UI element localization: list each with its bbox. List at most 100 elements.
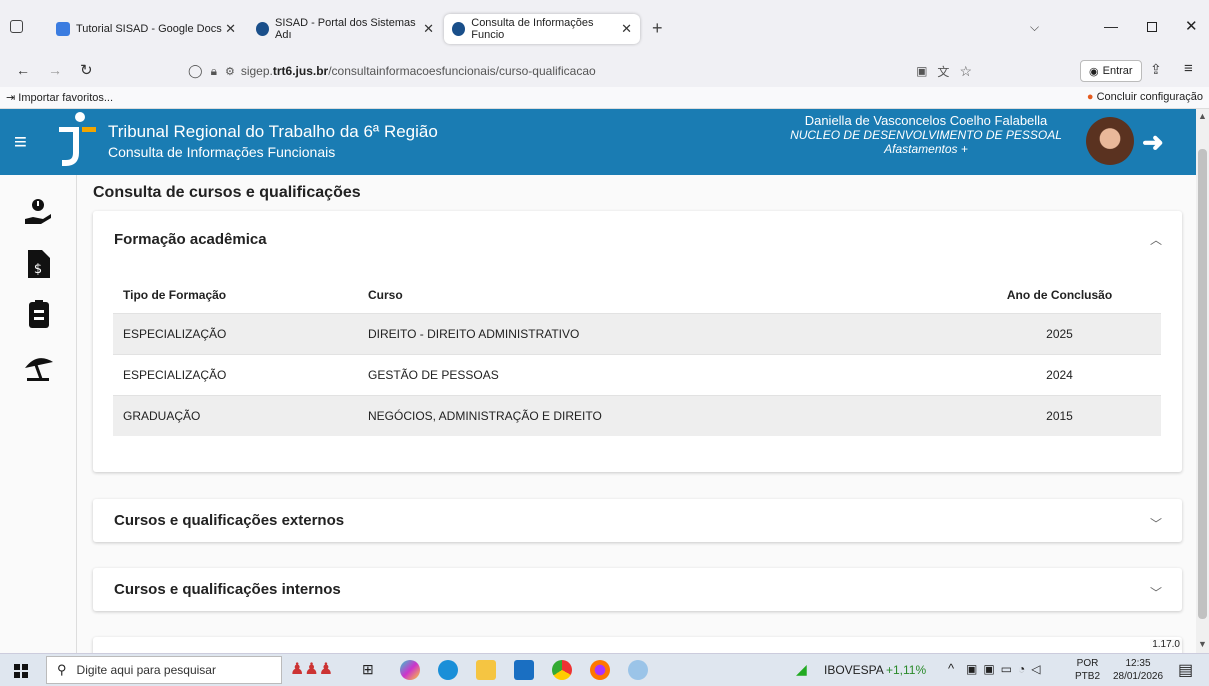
translate-icon[interactable]: 文	[937, 63, 949, 80]
menu-icon[interactable]: ≡	[1184, 60, 1193, 77]
beach-umbrella-icon[interactable]	[23, 352, 55, 384]
outlook-icon[interactable]	[514, 660, 534, 680]
permissions-icon[interactable]: ⚙	[225, 65, 235, 78]
firefox-taskbar-icon[interactable]	[590, 660, 610, 680]
signin-label: Entrar	[1102, 65, 1133, 77]
back-icon[interactable]: ←	[16, 62, 30, 78]
user-unit: NUCLEO DE DESENVOLVIMENTO DE PESSOAL	[790, 128, 1062, 142]
tab-consulta[interactable]: Consulta de Informações Funcio ✕	[444, 14, 640, 44]
trt-logo-icon	[256, 22, 269, 36]
table-cell: 2025	[958, 312, 1161, 354]
search-placeholder: Digite aqui para pesquisar	[76, 663, 216, 677]
stock-chart-icon: ◢	[796, 661, 807, 677]
page-title: Consulta de cursos e qualificações	[93, 184, 361, 201]
forward-icon[interactable]: →	[48, 62, 62, 78]
table-cell: 2024	[958, 353, 1161, 395]
user-extra[interactable]: Afastamentos +	[780, 142, 1072, 156]
chevron-up-icon[interactable]: ︿	[1150, 231, 1162, 248]
scroll-up-icon[interactable]: ▲	[1198, 111, 1207, 121]
reader-view-icon[interactable]: ▣	[916, 64, 927, 78]
user-info: Daniella de Vasconcelos Coelho Falabella…	[780, 113, 1072, 157]
table-cell: GRADUAÇÃO	[113, 394, 358, 436]
chrome-icon[interactable]	[552, 660, 572, 680]
tray-icons[interactable]: ▣▣▭◔◁	[966, 662, 1047, 676]
scroll-down-icon[interactable]: ▼	[1198, 639, 1207, 649]
sidebar: $	[0, 175, 77, 653]
close-icon[interactable]: ✕	[621, 21, 632, 37]
logout-icon[interactable]: ➜	[1142, 127, 1164, 158]
import-bookmarks-link[interactable]: ⇥ Importar favoritos...	[6, 91, 113, 104]
edge-icon[interactable]	[438, 660, 458, 680]
lang-code: POR	[1076, 658, 1099, 669]
setup-label: Concluir configuração	[1096, 91, 1203, 103]
main-content: Consulta de cursos e qualificações Forma…	[77, 175, 1196, 653]
tab-tutorial-sisad[interactable]: Tutorial SISAD - Google Docs ✕	[48, 14, 244, 44]
signin-button[interactable]: ◉ Entrar	[1080, 60, 1142, 82]
scrollbar-thumb[interactable]	[1198, 149, 1207, 619]
people-icon[interactable]: ♟♟♟	[290, 659, 333, 679]
copilot-icon[interactable]	[400, 660, 420, 680]
url-prefix: sigep.	[240, 64, 273, 78]
language-indicator[interactable]: POR PTB2	[1075, 657, 1100, 683]
invoice-dollar-icon[interactable]: $	[28, 250, 50, 278]
setup-link[interactable]: ● Concluir configuração	[1087, 91, 1203, 103]
windows-taskbar: ⚲ Digite aqui para pesquisar ♟♟♟ ⊞ ◢ IBO…	[0, 653, 1209, 686]
url-domain: trt6.jus.br	[272, 64, 329, 78]
close-icon[interactable]: ✕	[423, 21, 434, 37]
page-scrollbar[interactable]: ▲ ▼	[1196, 109, 1209, 653]
app-header: ≡ Tribunal Regional do Trabalho da 6ª Re…	[0, 109, 1196, 175]
browser-nav-bar: ← → ↻ ◯ 🔒︎ ⚙ sigep.trt6.jus.br/consultai…	[0, 55, 1209, 87]
internal-courses-panel[interactable]: Cursos e qualificações internos ﹀	[93, 568, 1182, 611]
task-view-icon[interactable]: ⊞	[362, 661, 374, 678]
table-cell: GESTÃO DE PESSOAS	[358, 353, 958, 395]
svg-text:$: $	[34, 262, 42, 277]
stock-name[interactable]: IBOVESPA	[824, 663, 884, 677]
minimize-icon[interactable]: —	[1104, 18, 1118, 34]
next-panel[interactable]	[93, 637, 1182, 653]
maximize-icon[interactable]	[1147, 22, 1157, 32]
chevron-down-icon[interactable]: ﹀	[1150, 584, 1162, 601]
id-badge-icon[interactable]	[29, 300, 49, 328]
academic-panel-header[interactable]: Formação acadêmica	[114, 231, 267, 248]
url-bar[interactable]: ◯ 🔒︎ ⚙ sigep.trt6.jus.br/consultainforma…	[180, 57, 980, 85]
internal-courses-header[interactable]: Cursos e qualificações internos	[114, 581, 341, 598]
import-icon: ⇥	[6, 92, 16, 104]
reload-icon[interactable]: ↻	[80, 61, 93, 79]
import-label: Importar favoritos...	[18, 92, 114, 104]
date: 28/01/2026	[1112, 671, 1164, 682]
tab-sisad-portal[interactable]: SISAD - Portal dos Sistemas Adı ✕	[248, 14, 442, 44]
chevron-down-icon[interactable]: ﹀	[1150, 515, 1162, 532]
tab-dropdown-icon[interactable]: ⌵	[1030, 20, 1039, 35]
time: 12:35	[1125, 658, 1151, 669]
share-icon[interactable]: ⇪	[1150, 61, 1162, 78]
notification-icon[interactable]: ▤	[1178, 660, 1193, 680]
table-row: ESPECIALIZAÇÃO DIREITO - DIREITO ADMINIS…	[113, 312, 1161, 354]
app-name: Consulta de Informações Funcionais	[108, 144, 336, 160]
taskbar-search[interactable]: ⚲ Digite aqui para pesquisar	[46, 656, 282, 684]
column-header: Curso	[368, 287, 403, 302]
windows-start-icon[interactable]	[14, 664, 28, 678]
close-icon[interactable]: ✕	[225, 21, 236, 37]
tray-chevron-icon[interactable]: ^	[948, 661, 954, 676]
table-header-row: Tipo de Formação Curso Ano de Conclusão	[113, 277, 1161, 313]
payment-hand-icon[interactable]	[23, 197, 53, 227]
close-window-icon[interactable]: ✕	[1185, 17, 1198, 35]
hamburger-menu-icon[interactable]: ≡	[14, 129, 27, 155]
external-courses-header[interactable]: Cursos e qualificações externos	[114, 512, 344, 529]
trt-logo-icon	[452, 22, 466, 36]
file-explorer-icon[interactable]	[476, 660, 496, 680]
table-cell: 2015	[958, 394, 1161, 436]
trt-logo-icon	[59, 112, 96, 166]
avatar[interactable]	[1086, 117, 1134, 165]
clock[interactable]: 12:35 28/01/2026	[1110, 657, 1166, 683]
paint-icon[interactable]	[628, 660, 648, 680]
external-courses-panel[interactable]: Cursos e qualificações externos ﹀	[93, 499, 1182, 542]
academic-panel: Formação acadêmica ︿ Tipo de Formação Cu…	[93, 211, 1182, 472]
google-docs-icon	[56, 22, 70, 36]
version-label: 1.17.0	[1150, 639, 1182, 650]
user-name: Daniella de Vasconcelos Coelho Falabella	[804, 113, 1048, 128]
tab-list-icon[interactable]	[10, 20, 23, 33]
keyboard-layout: PTB2	[1075, 671, 1101, 682]
bookmark-star-icon[interactable]: ☆	[959, 63, 972, 80]
new-tab-icon[interactable]: +	[652, 18, 663, 39]
